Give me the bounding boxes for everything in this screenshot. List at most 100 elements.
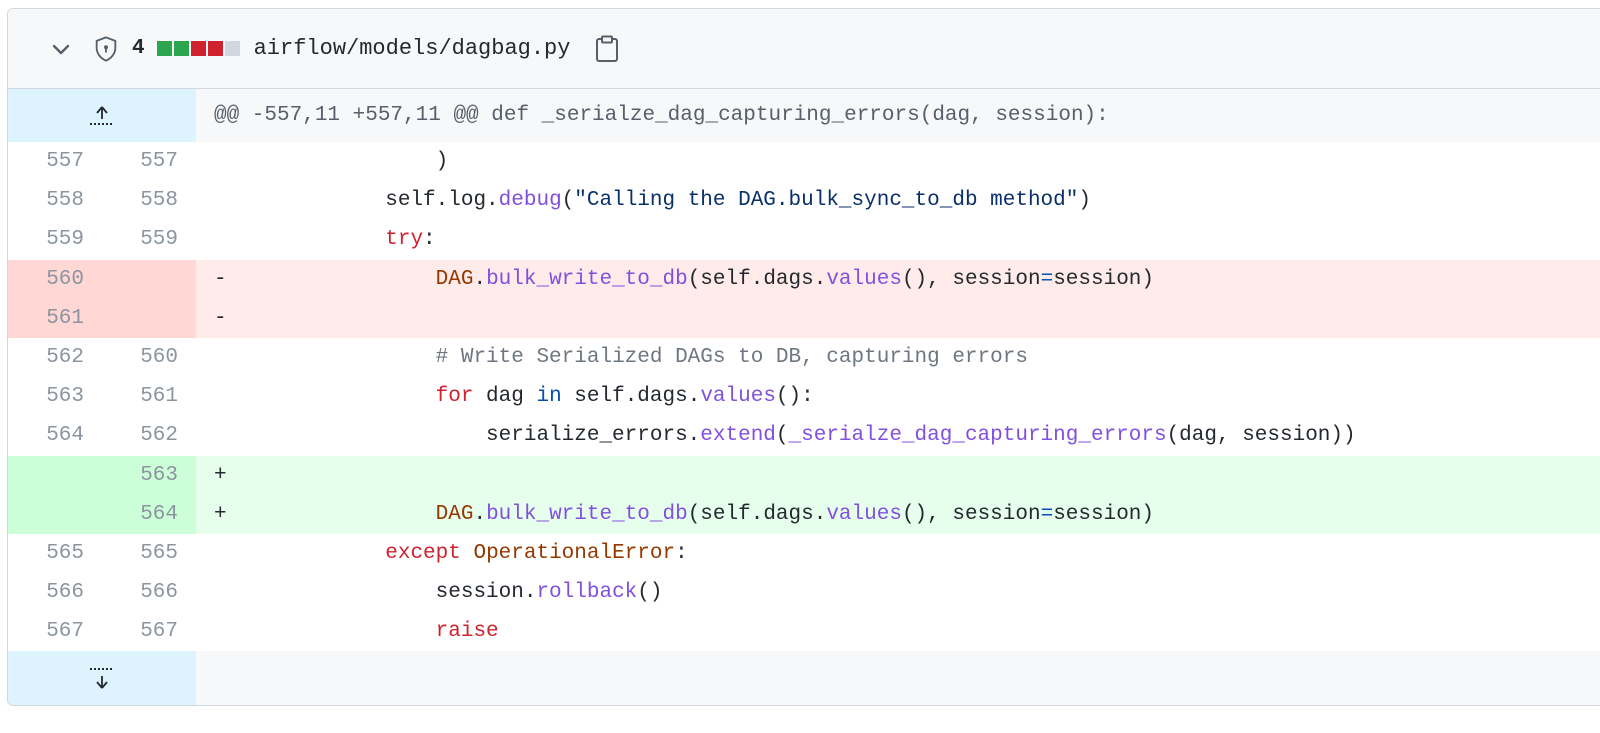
code-token: self.log. [234,189,499,213]
new-line-number[interactable] [102,259,196,299]
added-line: 564 + DAG.bulk_write_to_db(self.dags.valu… [8,494,1600,534]
code-token: "Calling the DAG.bulk_sync_to_db method" [574,189,1079,213]
context-line: 559 559 try: [8,220,1600,259]
code-content: + DAG.bulk_write_to_db(self.dags.values(… [196,495,1600,534]
new-line-number[interactable]: 559 [102,220,196,259]
old-line-number[interactable]: 559 [8,220,102,259]
context-line: 557 557 ) [8,142,1600,181]
diffstat-square [173,41,189,56]
deleted-line: 560 - DAG.bulk_write_to_db(self.dags.valu… [8,259,1600,299]
new-line-number[interactable]: 566 [102,573,196,612]
old-line-number[interactable]: 562 [8,338,102,377]
code-token: ( [775,424,789,448]
new-line-number[interactable]: 561 [102,377,196,416]
file-header: 4 airflow/models/dagbag.py [8,9,1600,89]
old-line-number[interactable] [8,455,102,495]
code-token: : [675,541,688,565]
old-line-number[interactable]: 560 [8,259,102,299]
expand-up-button[interactable] [8,89,196,142]
code-content: # Write Serialized DAGs to DB, capturing… [196,338,1600,377]
added-line: 563 + [8,455,1600,495]
old-line-number[interactable] [8,494,102,534]
code-token: _serialze_dag_capturing_errors [788,424,1167,448]
context-line: 562 560 # Write Serialized DAGs to DB, ca… [8,338,1600,377]
context-line: 563 561 for dag in self.dags.values(): [8,377,1600,416]
new-line-number[interactable]: 564 [102,494,196,534]
code-token: ) [1078,189,1091,213]
code-token: rollback [536,581,638,605]
new-line-number[interactable]: 558 [102,181,196,220]
new-line-number[interactable]: 562 [102,416,196,455]
code-token: values [826,267,902,291]
code-token: () [637,581,663,605]
deleted-line: 561 - [8,298,1600,338]
code-token: raise [435,620,499,644]
code-token: : [423,228,436,252]
diffstat-square [190,41,206,56]
chevron-down-icon[interactable] [48,36,74,62]
code-token: serialize_errors. [234,424,701,448]
context-line: 558 558 self.log.debug("Calling the DAG.b… [8,181,1600,220]
context-line: 565 565 except OperationalError: [8,534,1600,573]
code-token: in [536,385,562,409]
code-content: session.rollback() [196,573,1600,612]
code-token: ) [234,150,449,173]
shield-lock-icon[interactable] [90,33,122,65]
code-content: + [196,456,1600,495]
new-line-number[interactable]: 557 [102,142,196,181]
old-line-number[interactable]: 565 [8,534,102,573]
expand-down-button[interactable] [8,651,196,705]
code-token: values [700,385,776,409]
code-content: serialize_errors.extend(_serialze_dag_ca… [196,416,1600,455]
code-token: DAG [435,267,474,291]
code-token: values [826,502,902,526]
code-token: bulk_write_to_db [486,267,688,291]
new-line-number[interactable] [102,298,196,338]
code-token: . [473,267,487,291]
diff-marker: - [214,267,227,291]
new-line-number[interactable]: 563 [102,455,196,495]
old-line-number[interactable]: 564 [8,416,102,455]
code-token: bulk_write_to_db [486,502,688,526]
code-token: (self.dags. [687,502,827,526]
hunk-header-row: @@ -557,11 +557,11 @@ def _serialze_dag_… [8,89,1600,142]
old-line-number[interactable]: 558 [8,181,102,220]
old-line-number[interactable]: 561 [8,298,102,338]
new-line-number[interactable]: 565 [102,534,196,573]
code-content: self.log.debug("Calling the DAG.bulk_syn… [196,181,1600,220]
file-path[interactable]: airflow/models/dagbag.py [254,36,571,61]
hunk-footer-blank [196,651,1600,705]
code-content: try: [196,220,1600,259]
old-line-number[interactable]: 563 [8,377,102,416]
old-line-number[interactable]: 566 [8,573,102,612]
hunk-footer-row [8,651,1600,705]
code-token: dag [473,385,537,409]
code-token: self.dags. [561,385,701,409]
new-line-number[interactable]: 567 [102,612,196,651]
diffstat-square [207,41,223,56]
code-token: except [385,541,461,565]
context-line: 566 566 session.rollback() [8,573,1600,612]
old-line-number[interactable]: 567 [8,612,102,651]
diff-file: 4 airflow/models/dagbag.py @@ -557,11 +5… [7,8,1600,706]
new-line-number[interactable]: 560 [102,338,196,377]
code-token: debug [498,189,562,213]
diff-marker: + [214,463,227,487]
old-line-number[interactable]: 557 [8,142,102,181]
code-token: for [435,385,474,409]
code-token: (), session [901,502,1041,526]
expand-up-icon [90,105,114,125]
context-line: 564 562 serialize_errors.extend(_serialze… [8,416,1600,455]
code-token: (self.dags. [687,267,827,291]
code-content: for dag in self.dags.values(): [196,377,1600,416]
code-content: - DAG.bulk_write_to_db(self.dags.values(… [196,260,1600,299]
copy-icon[interactable] [592,34,622,64]
code-token: (dag, session)) [1166,424,1356,448]
